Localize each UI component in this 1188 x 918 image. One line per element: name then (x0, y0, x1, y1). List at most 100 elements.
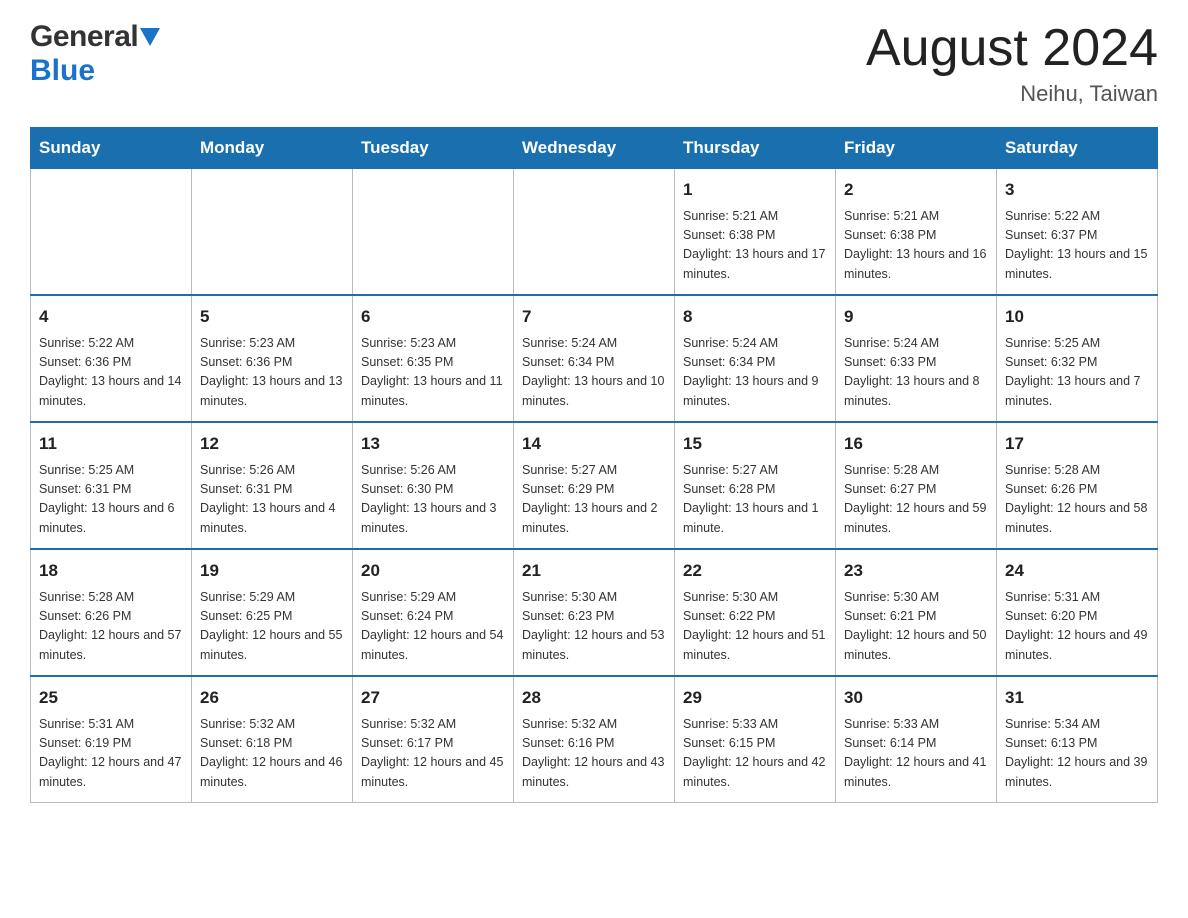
logo: General Blue (30, 20, 160, 88)
day-info: Sunrise: 5:28 AM Sunset: 6:26 PM Dayligh… (1005, 461, 1149, 539)
calendar-cell-w4-d5: 23 Sunrise: 5:30 AM Sunset: 6:21 PM Dayli… (836, 549, 997, 676)
day-info: Sunrise: 5:21 AM Sunset: 6:38 PM Dayligh… (844, 207, 988, 285)
day-number: 9 (844, 304, 988, 330)
day-info: Sunrise: 5:31 AM Sunset: 6:19 PM Dayligh… (39, 715, 183, 793)
day-number: 19 (200, 558, 344, 584)
calendar-cell-w2-d4: 8Sunrise: 5:24 AM Sunset: 6:34 PM Daylig… (675, 295, 836, 422)
day-info: Sunrise: 5:30 AM Sunset: 6:21 PM Dayligh… (844, 588, 988, 666)
calendar-cell-w4-d3: 21 Sunrise: 5:30 AM Sunset: 6:23 PM Dayli… (514, 549, 675, 676)
page-header: General Blue August 2024 Neihu, Taiwan (30, 20, 1158, 107)
calendar-cell-w3-d2: 13 Sunrise: 5:26 AM Sunset: 6:30 PM Dayli… (353, 422, 514, 549)
calendar-cell-w4-d6: 24Sunrise: 5:31 AM Sunset: 6:20 PM Dayli… (997, 549, 1158, 676)
calendar-week-row-3: 11Sunrise: 5:25 AM Sunset: 6:31 PM Dayli… (31, 422, 1158, 549)
calendar-week-row-4: 18Sunrise: 5:28 AM Sunset: 6:26 PM Dayli… (31, 549, 1158, 676)
calendar-cell-w5-d1: 26Sunrise: 5:32 AM Sunset: 6:18 PM Dayli… (192, 676, 353, 803)
day-info: Sunrise: 5:30 AM Sunset: 6:23 PM Dayligh… (522, 588, 666, 666)
calendar-cell-w1-d2 (353, 169, 514, 296)
calendar-cell-w2-d0: 4 Sunrise: 5:22 AM Sunset: 6:36 PM Daylig… (31, 295, 192, 422)
calendar-cell-w3-d5: 16 Sunrise: 5:28 AM Sunset: 6:27 PM Dayli… (836, 422, 997, 549)
calendar-cell-w5-d4: 29 Sunrise: 5:33 AM Sunset: 6:15 PM Dayli… (675, 676, 836, 803)
day-info: Sunrise: 5:23 AM Sunset: 6:35 PM Dayligh… (361, 334, 505, 412)
calendar-cell-w1-d6: 3 Sunrise: 5:22 AM Sunset: 6:37 PM Daylig… (997, 169, 1158, 296)
calendar-cell-w5-d6: 31Sunrise: 5:34 AM Sunset: 6:13 PM Dayli… (997, 676, 1158, 803)
day-number: 4 (39, 304, 183, 330)
calendar-cell-w3-d6: 17 Sunrise: 5:28 AM Sunset: 6:26 PM Dayli… (997, 422, 1158, 549)
day-info: Sunrise: 5:25 AM Sunset: 6:32 PM Dayligh… (1005, 334, 1149, 412)
day-number: 3 (1005, 177, 1149, 203)
day-number: 16 (844, 431, 988, 457)
day-info: Sunrise: 5:22 AM Sunset: 6:36 PM Dayligh… (39, 334, 183, 412)
col-wednesday: Wednesday (514, 128, 675, 169)
day-number: 1 (683, 177, 827, 203)
calendar-cell-w4-d0: 18Sunrise: 5:28 AM Sunset: 6:26 PM Dayli… (31, 549, 192, 676)
logo-blue-text: Blue (30, 54, 95, 88)
col-friday: Friday (836, 128, 997, 169)
day-number: 23 (844, 558, 988, 584)
day-info: Sunrise: 5:30 AM Sunset: 6:22 PM Dayligh… (683, 588, 827, 666)
day-number: 10 (1005, 304, 1149, 330)
day-number: 18 (39, 558, 183, 584)
calendar-cell-w3-d3: 14 Sunrise: 5:27 AM Sunset: 6:29 PM Dayli… (514, 422, 675, 549)
day-info: Sunrise: 5:27 AM Sunset: 6:29 PM Dayligh… (522, 461, 666, 539)
day-number: 14 (522, 431, 666, 457)
calendar-cell-w1-d0 (31, 169, 192, 296)
calendar-cell-w2-d6: 10 Sunrise: 5:25 AM Sunset: 6:32 PM Dayli… (997, 295, 1158, 422)
day-info: Sunrise: 5:28 AM Sunset: 6:27 PM Dayligh… (844, 461, 988, 539)
col-saturday: Saturday (997, 128, 1158, 169)
calendar-cell-w4-d4: 22Sunrise: 5:30 AM Sunset: 6:22 PM Dayli… (675, 549, 836, 676)
day-info: Sunrise: 5:22 AM Sunset: 6:37 PM Dayligh… (1005, 207, 1149, 285)
day-info: Sunrise: 5:24 AM Sunset: 6:34 PM Dayligh… (522, 334, 666, 412)
day-info: Sunrise: 5:27 AM Sunset: 6:28 PM Dayligh… (683, 461, 827, 539)
day-info: Sunrise: 5:21 AM Sunset: 6:38 PM Dayligh… (683, 207, 827, 285)
day-info: Sunrise: 5:33 AM Sunset: 6:15 PM Dayligh… (683, 715, 827, 793)
col-thursday: Thursday (675, 128, 836, 169)
calendar-cell-w2-d3: 7 Sunrise: 5:24 AM Sunset: 6:34 PM Daylig… (514, 295, 675, 422)
day-number: 12 (200, 431, 344, 457)
col-sunday: Sunday (31, 128, 192, 169)
day-number: 31 (1005, 685, 1149, 711)
day-info: Sunrise: 5:29 AM Sunset: 6:24 PM Dayligh… (361, 588, 505, 666)
day-info: Sunrise: 5:33 AM Sunset: 6:14 PM Dayligh… (844, 715, 988, 793)
title-area: August 2024 Neihu, Taiwan (866, 20, 1158, 107)
location-text: Neihu, Taiwan (866, 81, 1158, 107)
day-info: Sunrise: 5:32 AM Sunset: 6:18 PM Dayligh… (200, 715, 344, 793)
day-info: Sunrise: 5:32 AM Sunset: 6:16 PM Dayligh… (522, 715, 666, 793)
day-number: 7 (522, 304, 666, 330)
calendar-cell-w1-d5: 2Sunrise: 5:21 AM Sunset: 6:38 PM Daylig… (836, 169, 997, 296)
day-info: Sunrise: 5:26 AM Sunset: 6:30 PM Dayligh… (361, 461, 505, 539)
day-number: 21 (522, 558, 666, 584)
calendar-cell-w1-d3 (514, 169, 675, 296)
calendar-header-row: Sunday Monday Tuesday Wednesday Thursday… (31, 128, 1158, 169)
calendar-week-row-1: 1 Sunrise: 5:21 AM Sunset: 6:38 PM Daylig… (31, 169, 1158, 296)
day-number: 20 (361, 558, 505, 584)
calendar-cell-w2-d1: 5Sunrise: 5:23 AM Sunset: 6:36 PM Daylig… (192, 295, 353, 422)
day-number: 17 (1005, 431, 1149, 457)
day-number: 15 (683, 431, 827, 457)
day-info: Sunrise: 5:24 AM Sunset: 6:33 PM Dayligh… (844, 334, 988, 412)
calendar-cell-w5-d0: 25 Sunrise: 5:31 AM Sunset: 6:19 PM Dayli… (31, 676, 192, 803)
day-number: 25 (39, 685, 183, 711)
calendar-table: Sunday Monday Tuesday Wednesday Thursday… (30, 127, 1158, 803)
col-monday: Monday (192, 128, 353, 169)
calendar-cell-w4-d1: 19 Sunrise: 5:29 AM Sunset: 6:25 PM Dayli… (192, 549, 353, 676)
day-info: Sunrise: 5:24 AM Sunset: 6:34 PM Dayligh… (683, 334, 827, 412)
logo-general-text: General (30, 20, 138, 54)
day-number: 29 (683, 685, 827, 711)
day-number: 27 (361, 685, 505, 711)
day-info: Sunrise: 5:32 AM Sunset: 6:17 PM Dayligh… (361, 715, 505, 793)
day-number: 13 (361, 431, 505, 457)
logo-triangle-icon (140, 28, 160, 46)
calendar-week-row-2: 4 Sunrise: 5:22 AM Sunset: 6:36 PM Daylig… (31, 295, 1158, 422)
calendar-cell-w3-d1: 12 Sunrise: 5:26 AM Sunset: 6:31 PM Dayli… (192, 422, 353, 549)
day-info: Sunrise: 5:29 AM Sunset: 6:25 PM Dayligh… (200, 588, 344, 666)
day-number: 11 (39, 431, 183, 457)
day-number: 28 (522, 685, 666, 711)
calendar-week-row-5: 25 Sunrise: 5:31 AM Sunset: 6:19 PM Dayli… (31, 676, 1158, 803)
day-info: Sunrise: 5:26 AM Sunset: 6:31 PM Dayligh… (200, 461, 344, 539)
calendar-cell-w4-d2: 20 Sunrise: 5:29 AM Sunset: 6:24 PM Dayli… (353, 549, 514, 676)
calendar-cell-w5-d5: 30Sunrise: 5:33 AM Sunset: 6:14 PM Dayli… (836, 676, 997, 803)
calendar-cell-w3-d4: 15 Sunrise: 5:27 AM Sunset: 6:28 PM Dayli… (675, 422, 836, 549)
calendar-cell-w2-d2: 6Sunrise: 5:23 AM Sunset: 6:35 PM Daylig… (353, 295, 514, 422)
calendar-cell-w3-d0: 11Sunrise: 5:25 AM Sunset: 6:31 PM Dayli… (31, 422, 192, 549)
calendar-cell-w2-d5: 9 Sunrise: 5:24 AM Sunset: 6:33 PM Daylig… (836, 295, 997, 422)
